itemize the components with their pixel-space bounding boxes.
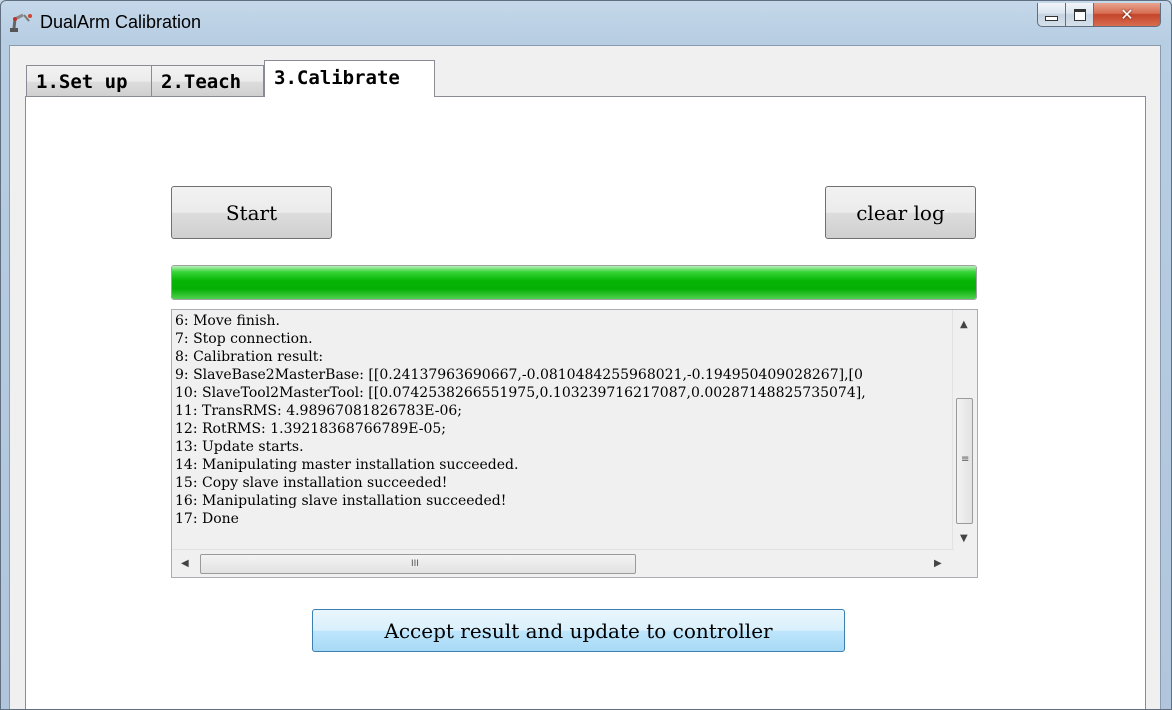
client-area: 1.Set up 2.Teach 3.Calibrate Start clear… [9,45,1161,709]
log-line: 12: RotRMS: 1.39218368766789E-05; [175,421,447,437]
log-line: 9: SlaveBase2MasterBase: [[0.24137963690… [175,367,863,383]
vertical-scrollbar[interactable]: ▲ ≡ ▼ [952,310,977,550]
scrollbar-corner [953,550,977,577]
horizontal-scroll-thumb[interactable]: III [200,554,636,574]
progress-fill [172,266,976,299]
log-line: 17: Done [175,511,239,527]
app-window: DualArm Calibration ✕ 1.Set up 2.Teach 3… [0,0,1172,710]
scroll-right-arrow-icon[interactable]: ▶ [934,559,942,569]
log-line: 6: Move finish. [175,313,280,329]
log-line: 14: Manipulating master installation suc… [175,457,519,473]
log-line: 16: Manipulating slave installation succ… [175,493,507,509]
scroll-down-arrow-icon[interactable]: ▼ [960,534,968,544]
tab-calibrate[interactable]: 3.Calibrate [264,60,435,97]
minimize-button[interactable] [1037,3,1065,27]
clear-log-button[interactable]: clear log [825,186,976,239]
calibrate-tab-page: Start clear log 6: Move finish. 7: Stop c… [25,96,1146,709]
log-line: 13: Update starts. [175,439,304,455]
window-title: DualArm Calibration [40,12,202,32]
scroll-left-arrow-icon[interactable]: ◀ [181,559,189,569]
maximize-icon [1073,8,1086,21]
minimize-icon [1045,16,1058,21]
log-line: 7: Stop connection. [175,331,313,347]
grip-icon: ≡ [961,454,970,465]
log-textbox[interactable]: 6: Move finish. 7: Stop connection. 8: Cal… [171,309,978,578]
maximize-button[interactable] [1065,3,1093,27]
close-button[interactable]: ✕ [1093,3,1161,27]
log-line: 8: Calibration result: [175,349,324,365]
vertical-scroll-thumb[interactable]: ≡ [956,398,973,524]
log-line: 15: Copy slave installation succeeded! [175,475,448,491]
close-icon: ✕ [1120,5,1134,24]
progress-bar [171,265,977,300]
accept-update-button[interactable]: Accept result and update to controller [312,609,845,652]
grip-icon: III [411,559,419,569]
log-lines: 6: Move finish. 7: Stop connection. 8: Cal… [175,312,950,550]
tab-set-up[interactable]: 1.Set up [26,65,152,97]
log-line: 10: SlaveTool2MasterTool: [[0.0742538266… [175,385,866,401]
tab-teach[interactable]: 2.Teach [151,65,264,97]
scroll-up-arrow-icon[interactable]: ▲ [960,320,968,330]
tab-strip: 1.Set up 2.Teach 3.Calibrate [26,60,435,97]
log-line: 11: TransRMS: 4.98967081826783E-06; [175,403,462,419]
start-button[interactable]: Start [171,186,332,239]
title-bar[interactable]: DualArm Calibration ✕ [1,1,1171,43]
window-controls: ✕ [1037,3,1161,29]
horizontal-scrollbar[interactable]: ◀ III ▶ [172,549,954,577]
robot-arm-icon [10,13,32,32]
